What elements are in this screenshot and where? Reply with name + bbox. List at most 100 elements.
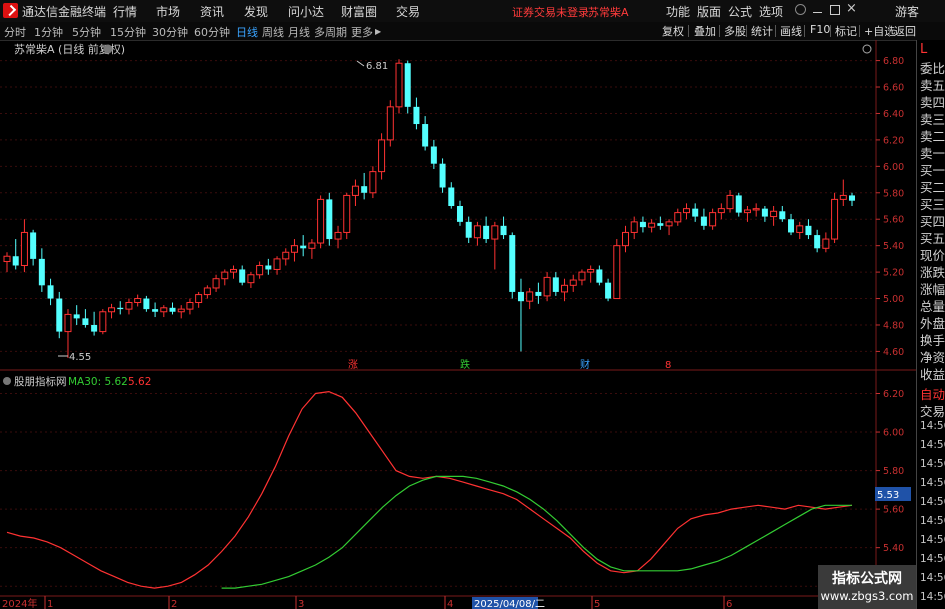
chart-area[interactable]: 6.80 6.60 6.40 6.20 6.00 5.80 5.60 5.40 5.20 5.00…: [0, 40, 916, 609]
candle[interactable]: [605, 278, 612, 302]
candle[interactable]: [73, 305, 80, 325]
marker-eight[interactable]: 8: [665, 360, 671, 371]
candle[interactable]: [535, 282, 542, 304]
candle[interactable]: [99, 309, 107, 335]
btn-draw-line[interactable]: 画线: [778, 23, 804, 38]
candle[interactable]: [569, 274, 577, 292]
candle[interactable]: [543, 272, 551, 302]
marker-up[interactable]: 涨: [348, 359, 358, 371]
candle[interactable]: [308, 239, 316, 259]
marker-finance[interactable]: 财: [580, 358, 590, 371]
candle[interactable]: [404, 60, 411, 114]
settings-icon[interactable]: [795, 4, 806, 15]
candle[interactable]: [596, 265, 603, 286]
btn-mark[interactable]: 标记: [833, 23, 859, 38]
candle[interactable]: [700, 208, 707, 230]
candle[interactable]: [351, 179, 359, 206]
marker-down[interactable]: 跌: [460, 358, 470, 371]
candle[interactable]: [622, 225, 630, 253]
candle[interactable]: [509, 232, 516, 299]
candle[interactable]: [657, 216, 664, 230]
candle[interactable]: [630, 216, 638, 240]
candle[interactable]: [587, 265, 595, 283]
candle[interactable]: [726, 190, 734, 213]
candle[interactable]: [788, 213, 795, 236]
candle[interactable]: [674, 208, 682, 226]
candle[interactable]: [692, 203, 699, 222]
candle[interactable]: [430, 139, 437, 169]
candle[interactable]: [648, 219, 656, 233]
candle[interactable]: [30, 229, 37, 266]
candle[interactable]: [160, 305, 168, 318]
trade-label[interactable]: 交易: [920, 401, 945, 420]
more-chevron-icon[interactable]: ▶: [375, 27, 381, 36]
candle[interactable]: [665, 219, 673, 236]
candle[interactable]: [439, 158, 446, 193]
candle[interactable]: [483, 216, 490, 244]
period-tab-timeshare[interactable]: 分时: [4, 24, 26, 40]
candle[interactable]: [56, 291, 63, 339]
menu-function[interactable]: 功能: [666, 3, 690, 20]
menu-formula[interactable]: 公式: [728, 3, 752, 20]
candle[interactable]: [682, 203, 690, 220]
user-guest[interactable]: 游客: [895, 3, 919, 20]
candle[interactable]: [343, 192, 351, 240]
candle[interactable]: [735, 192, 742, 217]
candle[interactable]: [456, 200, 463, 226]
candle[interactable]: [247, 272, 255, 288]
period-tab-60min[interactable]: 60分钟: [194, 24, 230, 40]
candle[interactable]: [125, 298, 133, 315]
menu-layout[interactable]: 版面: [697, 3, 721, 20]
close-icon[interactable]: ×: [846, 1, 857, 16]
btn-overlay[interactable]: 叠加: [692, 23, 718, 38]
candle[interactable]: [239, 265, 246, 286]
candle[interactable]: [473, 221, 481, 246]
candle[interactable]: [378, 133, 386, 180]
btn-statistics[interactable]: 统计: [749, 23, 775, 38]
menu-news[interactable]: 资讯: [200, 3, 224, 20]
candle[interactable]: [152, 302, 159, 318]
period-tab-30min[interactable]: 30分钟: [152, 24, 188, 40]
candle[interactable]: [38, 248, 45, 292]
candle[interactable]: [195, 291, 203, 308]
candle[interactable]: [108, 303, 116, 319]
candle[interactable]: [282, 248, 290, 266]
candle[interactable]: [717, 203, 725, 220]
candle[interactable]: [290, 239, 298, 262]
candle[interactable]: [770, 206, 778, 226]
candle[interactable]: [526, 287, 534, 310]
candle[interactable]: [317, 195, 325, 249]
candle[interactable]: [517, 278, 524, 352]
period-tab-multi[interactable]: 多周期: [314, 24, 347, 40]
candle[interactable]: [177, 305, 185, 319]
candle[interactable]: [561, 278, 569, 302]
maximize-icon[interactable]: [830, 5, 840, 15]
btn-back[interactable]: 返回: [892, 23, 918, 38]
candle[interactable]: [465, 216, 472, 244]
candle[interactable]: [82, 309, 89, 328]
candle[interactable]: [186, 298, 194, 315]
candle[interactable]: [386, 100, 394, 147]
login-status[interactable]: 证券交易未登录: [512, 4, 589, 20]
indicator-options-icon[interactable]: [3, 377, 11, 385]
chart-settings-icon[interactable]: [862, 44, 872, 54]
candle[interactable]: [221, 269, 229, 286]
candle[interactable]: [814, 229, 821, 253]
panel-collapse-button[interactable]: L: [920, 42, 927, 57]
candle[interactable]: [849, 192, 855, 206]
menu-discover[interactable]: 发现: [244, 3, 268, 20]
candle[interactable]: [361, 172, 368, 200]
menu-market[interactable]: 市场: [156, 3, 180, 20]
candle[interactable]: [64, 309, 72, 359]
period-tab-daily[interactable]: 日线: [236, 24, 258, 40]
candle[interactable]: [752, 203, 760, 217]
period-tab-monthly[interactable]: 月线: [288, 24, 310, 40]
candle[interactable]: [369, 166, 377, 199]
candle[interactable]: [613, 239, 621, 300]
chart-options-icon[interactable]: [103, 44, 113, 54]
candle[interactable]: [256, 261, 264, 279]
candle[interactable]: [300, 235, 307, 257]
candle[interactable]: [203, 285, 211, 299]
menu-wealth-circle[interactable]: 财富圈: [341, 3, 377, 20]
period-tab-15min[interactable]: 15分钟: [110, 24, 146, 40]
